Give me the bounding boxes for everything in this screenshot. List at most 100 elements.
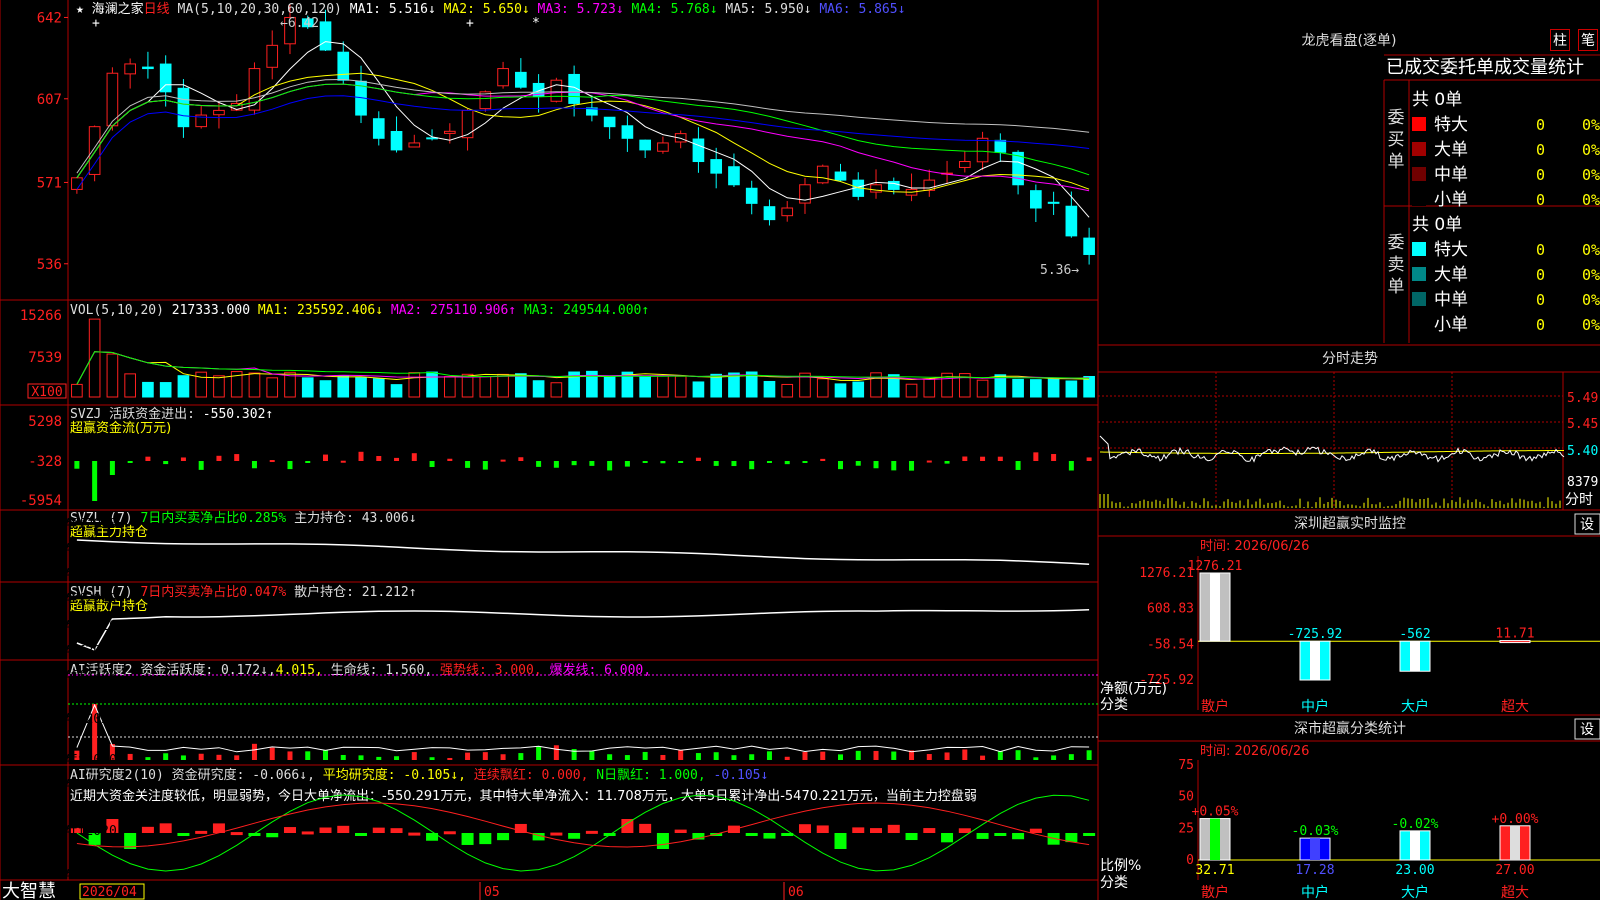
event-marker: * [532,16,540,31]
date-label: 05 [484,885,500,900]
[object Object]: #ff2020 [62,778,117,793]
research-bar [639,823,652,833]
activity-bar [323,750,328,760]
activity-bar [660,754,666,760]
fund-flow-bar [305,461,311,463]
volume-bar [71,383,83,398]
research-bar [230,832,243,836]
svzl-legend: SVZL (7) 7日内买卖净占比0.285% 主力持仓: 43.006↓ [70,510,417,526]
research-line [76,794,1090,872]
volume-bar [319,380,332,398]
research-bar [958,828,971,833]
activity-bar [802,752,808,760]
[object Object]: #ff2020 [62,619,117,634]
buy-legend-swatch [1412,167,1426,181]
classify-xlabel: 分类 [1100,875,1128,891]
volume-bar [515,373,527,398]
fund-flow-bar [909,461,915,471]
volume-bar [603,375,616,398]
fund-flow-bar [1051,454,1057,461]
fund-flow-bar [394,457,400,461]
buy-row-pct: 0% [1582,116,1600,134]
[object Object]: #ff2020 [62,644,117,659]
research-bar [550,832,563,836]
volume-bar [834,383,847,398]
fund-flow-bar [820,458,826,461]
research-bar [283,827,296,833]
research-bar [301,831,314,835]
intraday-volume-tick: 8379 [1567,475,1598,490]
buy-row-pct: 0% [1582,166,1600,184]
realtime-bar-highlight [1410,641,1420,672]
volume-bar [639,376,651,398]
tick-view-button[interactable]: 笔 [1578,29,1598,51]
candle [976,137,989,163]
research-bar [674,829,687,833]
volume-bar [816,378,829,398]
fund-flow-bar [1068,461,1074,471]
volume-bar [248,372,261,398]
research-bar [1012,833,1025,840]
[object Object]: #ff2020 [62,712,117,727]
candle [745,187,758,204]
fund-flow-bar [92,461,98,501]
classify-change-label: -0.03% [1292,824,1339,839]
[object Object]: #ff2020 [62,868,117,883]
research-bar [372,827,385,833]
research-bar [745,833,758,836]
research-bar [337,825,350,833]
realtime-category: 散户 [1201,698,1229,715]
ma-line-2 [76,72,1090,193]
research-bar [763,833,776,839]
activity-bar [127,753,133,760]
candle [834,171,847,181]
candle [213,109,225,116]
activity-bar [1015,750,1021,760]
svzj-subtitle: 超赢资金流(万元) [70,420,171,436]
svzj-tick: -5954 [20,493,62,509]
activity-bar [855,750,861,760]
activity-bar [713,752,719,760]
fund-flow-bar [198,461,204,470]
activity-bar [695,753,701,760]
buy-legend-swatch [1412,192,1426,206]
activity-bar [607,754,613,760]
ai2-comment: 近期大资金关注度较低，明显弱势，今日大单净流出：-550.291万元，其中特大单… [70,788,977,804]
activity-bar [1033,757,1039,760]
realtime-category: 大户 [1401,698,1429,715]
fund-flow-bar [429,461,435,467]
candle [177,87,190,128]
column-view-button[interactable]: 柱 [1550,29,1570,51]
fund-flow-bar [855,461,861,466]
sell-row-count: 0 [1536,266,1545,284]
ma-line-1 [76,41,1090,218]
candle [728,166,740,186]
volume-bar [781,383,794,398]
fund-flow-bar [838,461,843,470]
activity-bar [500,754,506,760]
activity-bar [962,749,968,760]
classify-category: 散户 [1201,884,1229,900]
fund-flow-bar [536,461,542,467]
fund-flow-bar [571,461,577,466]
classify-change-label: -0.02% [1392,817,1439,832]
candle [994,139,1007,153]
sell-legend-swatch [1412,242,1426,256]
volume-bar [674,375,687,398]
chart-workspace[interactable]: 642 607 571 536 ★ 海澜之家日线 MA(5,10,20,30,60,12… [0,0,1600,900]
activity-bar [731,755,737,760]
activity-bar [518,753,524,760]
candle [870,184,882,193]
volume-bar [550,382,563,398]
candle [124,63,136,75]
volume-bar [497,373,509,398]
fund-flow-bar [482,461,488,470]
activity-bar [997,751,1003,760]
research-bar [994,833,1007,836]
fund-flow-bar [323,454,328,461]
volume-bar [1012,378,1024,398]
research-bar [443,831,456,835]
volume-bar [1065,380,1078,398]
volume-bar [1030,379,1042,398]
volume-bar [106,353,119,398]
